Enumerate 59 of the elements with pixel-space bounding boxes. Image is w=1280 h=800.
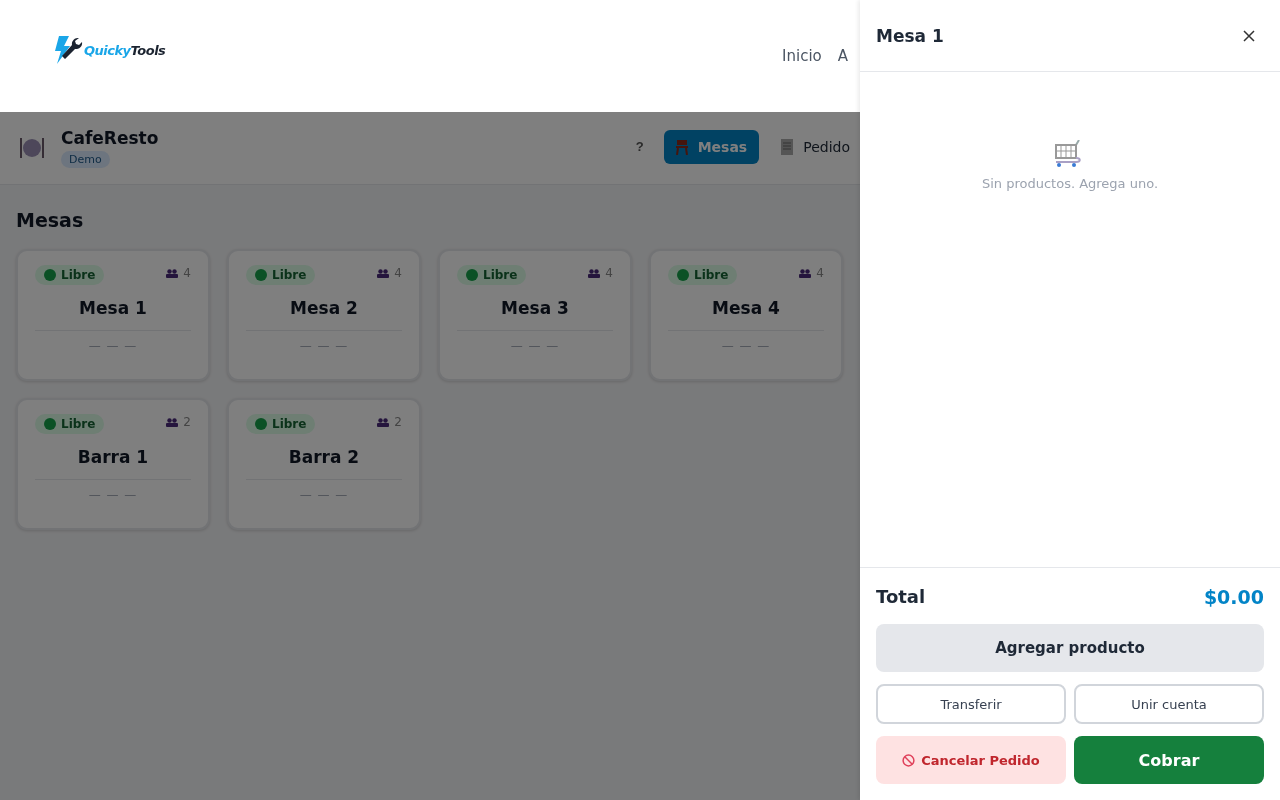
order-summary: — — — <box>509 339 561 353</box>
section-title: Mesas <box>16 209 85 231</box>
table-name: Mesa 2 <box>289 298 359 318</box>
status-badge: Libre <box>457 265 527 285</box>
receipt-icon <box>781 138 794 155</box>
action-button[interactable]: Unir cuenta <box>1074 684 1264 724</box>
drawer-title: Mesa 1 <box>876 25 944 46</box>
table-name: Barra 2 <box>287 447 361 467</box>
table-name: Mesa 4 <box>711 298 781 318</box>
nav-tab[interactable]: Mesas <box>663 129 760 164</box>
ban-icon <box>902 753 916 767</box>
seat-count: 4 <box>394 266 402 280</box>
order-summary: — — — <box>720 339 772 353</box>
seat-count: 2 <box>394 415 402 429</box>
logo-icon <box>53 36 83 64</box>
people-icon <box>377 417 390 427</box>
people-icon <box>799 268 812 278</box>
table-card[interactable]: Libre 2 Barra 1 — — — <box>16 398 210 530</box>
logo-text[interactable]: QuickyTools <box>84 42 166 58</box>
status-badge: Libre <box>35 414 105 434</box>
table-name: Mesa 1 <box>78 298 148 318</box>
table-name: Barra 1 <box>76 447 150 467</box>
status-badge: Libre <box>668 265 738 285</box>
action-button[interactable]: Cobrar <box>1074 736 1264 784</box>
plate-icon <box>19 136 45 160</box>
chair-icon <box>675 138 688 155</box>
action-button[interactable]: Transferir <box>876 684 1066 724</box>
order-summary: — — — <box>87 339 139 353</box>
people-icon <box>377 268 390 278</box>
demo-badge: Demo <box>61 151 110 168</box>
status-badge: Libre <box>35 265 105 285</box>
empty-message: Sin productos. Agrega uno. <box>981 176 1159 191</box>
action-button[interactable]: Cancelar Pedido <box>876 736 1066 784</box>
help-button[interactable]: ? <box>629 138 650 155</box>
order-summary: — — — <box>298 488 350 502</box>
seat-count: 2 <box>183 415 191 429</box>
total-value: $0.00 <box>1203 586 1264 608</box>
seat-count: 4 <box>605 266 613 280</box>
nav-link[interactable]: A <box>837 47 848 65</box>
people-icon <box>166 268 179 278</box>
nav-link[interactable]: Inicio <box>782 47 822 65</box>
close-icon[interactable] <box>1243 29 1255 42</box>
status-badge: Libre <box>246 265 316 285</box>
order-summary: — — — <box>298 339 350 353</box>
seat-count: 4 <box>816 266 824 280</box>
order-summary: — — — <box>87 488 139 502</box>
table-card[interactable]: Libre 4 Mesa 3 — — — <box>438 249 632 381</box>
table-card[interactable]: Libre 2 Barra 2 — — — <box>227 398 421 530</box>
table-name: Mesa 3 <box>500 298 570 318</box>
status-badge: Libre <box>246 414 316 434</box>
total-label: Total <box>876 586 926 608</box>
seat-count: 4 <box>183 266 191 280</box>
people-icon <box>166 417 179 427</box>
table-card[interactable]: Libre 4 Mesa 4 — — — <box>649 249 843 381</box>
table-card[interactable]: Libre 4 Mesa 2 — — — <box>227 249 421 381</box>
table-card[interactable]: Libre 4 Mesa 1 — — — <box>16 249 210 381</box>
people-icon <box>588 268 601 278</box>
action-button[interactable]: Agregar producto <box>876 624 1264 672</box>
app-title: CafeResto <box>61 128 159 148</box>
